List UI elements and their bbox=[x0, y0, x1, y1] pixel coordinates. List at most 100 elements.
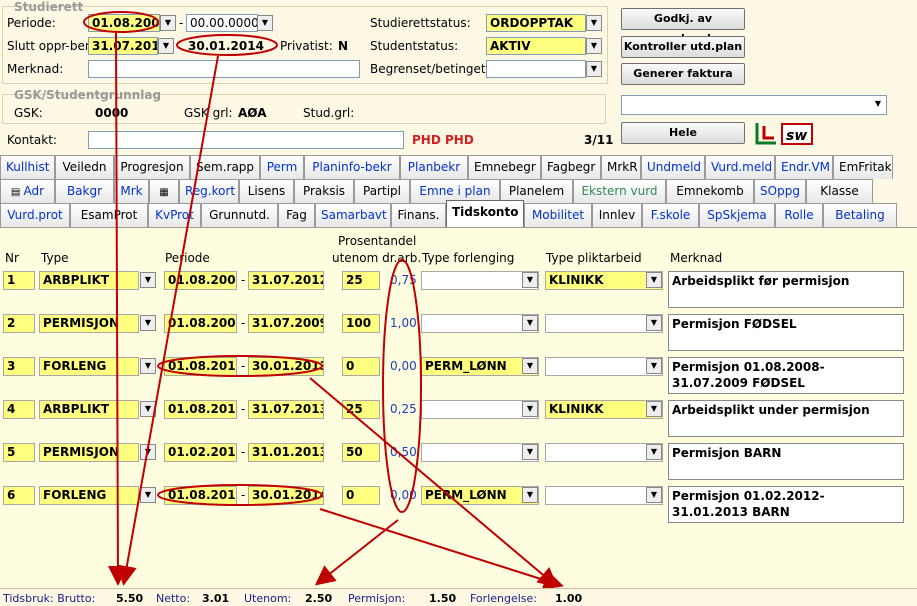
tab-mrk[interactable]: Mrk bbox=[114, 179, 149, 203]
tab-innlev[interactable]: Innlev bbox=[592, 203, 642, 227]
tab-emnebegr[interactable]: Emnebegr bbox=[468, 155, 541, 179]
row-from[interactable]: 01.02.2012 bbox=[164, 443, 237, 462]
tab-samarbavt[interactable]: Samarbavt bbox=[315, 203, 391, 227]
tab-betaling[interactable]: Betaling bbox=[823, 203, 897, 227]
row-to[interactable]: 30.01.2014 bbox=[248, 486, 324, 505]
row-nr[interactable]: 3 bbox=[3, 357, 35, 376]
right-select[interactable] bbox=[621, 95, 887, 115]
tab-semrapp[interactable]: Sem.rapp bbox=[190, 155, 260, 179]
slutt-field[interactable]: 31.07.2012 bbox=[88, 37, 158, 55]
row-type[interactable]: PERMISJON bbox=[39, 443, 139, 462]
row-from[interactable]: 01.08.2008 bbox=[164, 314, 237, 333]
row-plikt-dropdown-icon[interactable]: ▼ bbox=[646, 401, 662, 417]
row-nr[interactable]: 4 bbox=[3, 400, 35, 419]
right-select-dropdown-icon[interactable]: ▼ bbox=[870, 97, 886, 113]
row-plikt-dropdown-icon[interactable]: ▼ bbox=[646, 487, 662, 503]
merknad-field[interactable] bbox=[88, 60, 360, 78]
slutt-dropdown-icon[interactable]: ▼ bbox=[158, 38, 174, 54]
row-to[interactable]: 30.01.2013 bbox=[248, 357, 324, 376]
row-prosent[interactable]: 0 bbox=[342, 357, 380, 376]
row-forlenging-dropdown-icon[interactable]: ▼ bbox=[522, 358, 538, 374]
tab-photo[interactable]: ▦ bbox=[149, 179, 179, 203]
tab-veiledn[interactable]: Veiledn bbox=[55, 155, 114, 179]
studierettstatus-dropdown-icon[interactable]: ▼ bbox=[586, 15, 602, 31]
row-nr[interactable]: 1 bbox=[3, 271, 35, 290]
tab-klasse[interactable]: Klasse bbox=[806, 179, 873, 203]
row-plikt-dropdown-icon[interactable]: ▼ bbox=[646, 358, 662, 374]
periode-from-field[interactable]: 01.08.2008 bbox=[88, 14, 160, 32]
tab-emfritak[interactable]: EmFritak bbox=[833, 155, 893, 179]
kontroller-button[interactable]: Kontroller utd.plan bbox=[621, 36, 745, 58]
row-plikt-dropdown-icon[interactable]: ▼ bbox=[646, 444, 662, 460]
row-type-dropdown-icon[interactable]: ▼ bbox=[140, 487, 156, 503]
row-plikt-dropdown-icon[interactable]: ▼ bbox=[646, 272, 662, 288]
row-prosent[interactable]: 100 bbox=[342, 314, 380, 333]
generer-button[interactable]: Generer faktura bbox=[621, 63, 745, 85]
tab-planinfo-bekr[interactable]: Planinfo-bekr bbox=[304, 155, 400, 179]
row-merknad[interactable]: Arbeidsplikt før permisjon bbox=[668, 271, 904, 308]
tab-progresjon[interactable]: Progresjon bbox=[114, 155, 190, 179]
kontakt-field[interactable] bbox=[88, 131, 404, 149]
tab-esamprot[interactable]: EsamProt bbox=[70, 203, 148, 227]
row-to[interactable]: 31.01.2013 bbox=[248, 443, 324, 462]
studierettstatus-field[interactable]: ORDOPPTAK bbox=[486, 14, 586, 32]
periode-to-dropdown-icon[interactable]: ▼ bbox=[257, 15, 273, 31]
tab-undmeld[interactable]: Undmeld bbox=[641, 155, 705, 179]
row-prosent[interactable]: 25 bbox=[342, 400, 380, 419]
row-from[interactable]: 01.08.2009 bbox=[164, 271, 237, 290]
row-type-dropdown-icon[interactable]: ▼ bbox=[140, 401, 156, 417]
tab-soppg[interactable]: SOppg bbox=[754, 179, 806, 203]
tab-planbekr[interactable]: Planbekr bbox=[400, 155, 468, 179]
tab-grunnutd[interactable]: Grunnutd. bbox=[201, 203, 278, 227]
tab-emnekomb[interactable]: Emnekomb bbox=[666, 179, 754, 203]
tab-spskjema[interactable]: SpSkjema bbox=[699, 203, 775, 227]
row-forlenging-dropdown-icon[interactable]: ▼ bbox=[522, 444, 538, 460]
row-type[interactable]: FORLENG bbox=[39, 357, 139, 376]
tab-mobilitet[interactable]: Mobilitet bbox=[524, 203, 592, 227]
tab-kullhist[interactable]: Kullhist bbox=[0, 155, 55, 179]
tab-regkort[interactable]: Reg.kort bbox=[179, 179, 239, 203]
row-type[interactable]: PERMISJON bbox=[39, 314, 139, 333]
tab-partipl[interactable]: Partipl bbox=[354, 179, 410, 203]
begrenset-field[interactable] bbox=[486, 60, 586, 78]
godkj-button[interactable]: Godkj. av emnekomb. bbox=[621, 8, 745, 45]
row-type[interactable]: ARBPLIKT bbox=[39, 271, 139, 290]
row-to[interactable]: 31.07.2013 bbox=[248, 400, 324, 419]
row-plikt-dropdown-icon[interactable]: ▼ bbox=[646, 315, 662, 331]
row-type[interactable]: ARBPLIKT bbox=[39, 400, 139, 419]
row-merknad[interactable]: Permisjon 01.08.2008-31.07.2009 FØDSEL bbox=[668, 357, 904, 394]
tab-vurdmeld[interactable]: Vurd.meld bbox=[705, 155, 775, 179]
tab-ekstern-vurd[interactable]: Ekstern vurd bbox=[573, 179, 666, 203]
tab-mrkr[interactable]: MrkR bbox=[601, 155, 641, 179]
row-type-dropdown-icon[interactable]: ▼ bbox=[140, 358, 156, 374]
periode-to-field[interactable]: 00.00.0000 bbox=[186, 14, 258, 32]
row-forlenging-dropdown-icon[interactable]: ▼ bbox=[522, 401, 538, 417]
hele-button[interactable]: Hele bbox=[621, 122, 745, 144]
studentstatus-field[interactable]: AKTIV bbox=[486, 37, 586, 55]
row-from[interactable]: 01.08.2012 bbox=[164, 400, 237, 419]
row-forlenging-dropdown-icon[interactable]: ▼ bbox=[522, 487, 538, 503]
row-type-dropdown-icon[interactable]: ▼ bbox=[140, 315, 156, 331]
tab-kvprot[interactable]: KvProt bbox=[148, 203, 201, 227]
row-from[interactable]: 01.08.2012 bbox=[164, 357, 237, 376]
row-to[interactable]: 31.07.2009 bbox=[248, 314, 324, 333]
row-nr[interactable]: 5 bbox=[3, 443, 35, 462]
tab-vurdprot[interactable]: Vurd.prot bbox=[0, 203, 70, 227]
tab-fskole[interactable]: F.skole bbox=[642, 203, 699, 227]
row-merknad[interactable]: Permisjon 01.02.2012-31.01.2013 BARN bbox=[668, 486, 904, 523]
tab-perm[interactable]: Perm bbox=[260, 155, 304, 179]
row-nr[interactable]: 2 bbox=[3, 314, 35, 333]
tab-rolle[interactable]: Rolle bbox=[775, 203, 823, 227]
periode-from-dropdown-icon[interactable]: ▼ bbox=[160, 15, 176, 31]
row-merknad[interactable]: Arbeidsplikt under permisjon bbox=[668, 400, 904, 437]
tab-fagbegr[interactable]: Fagbegr bbox=[541, 155, 601, 179]
row-nr[interactable]: 6 bbox=[3, 486, 35, 505]
tab-lisens[interactable]: Lisens bbox=[239, 179, 294, 203]
tab-endrvm[interactable]: Endr.VM bbox=[775, 155, 833, 179]
row-type-dropdown-icon[interactable]: ▼ bbox=[140, 272, 156, 288]
studentstatus-dropdown-icon[interactable]: ▼ bbox=[586, 38, 602, 54]
row-prosent[interactable]: 25 bbox=[342, 271, 380, 290]
row-from[interactable]: 01.08.2013 bbox=[164, 486, 237, 505]
row-type-dropdown-icon[interactable]: ▼ bbox=[140, 444, 156, 460]
tab-praksis[interactable]: Praksis bbox=[294, 179, 354, 203]
